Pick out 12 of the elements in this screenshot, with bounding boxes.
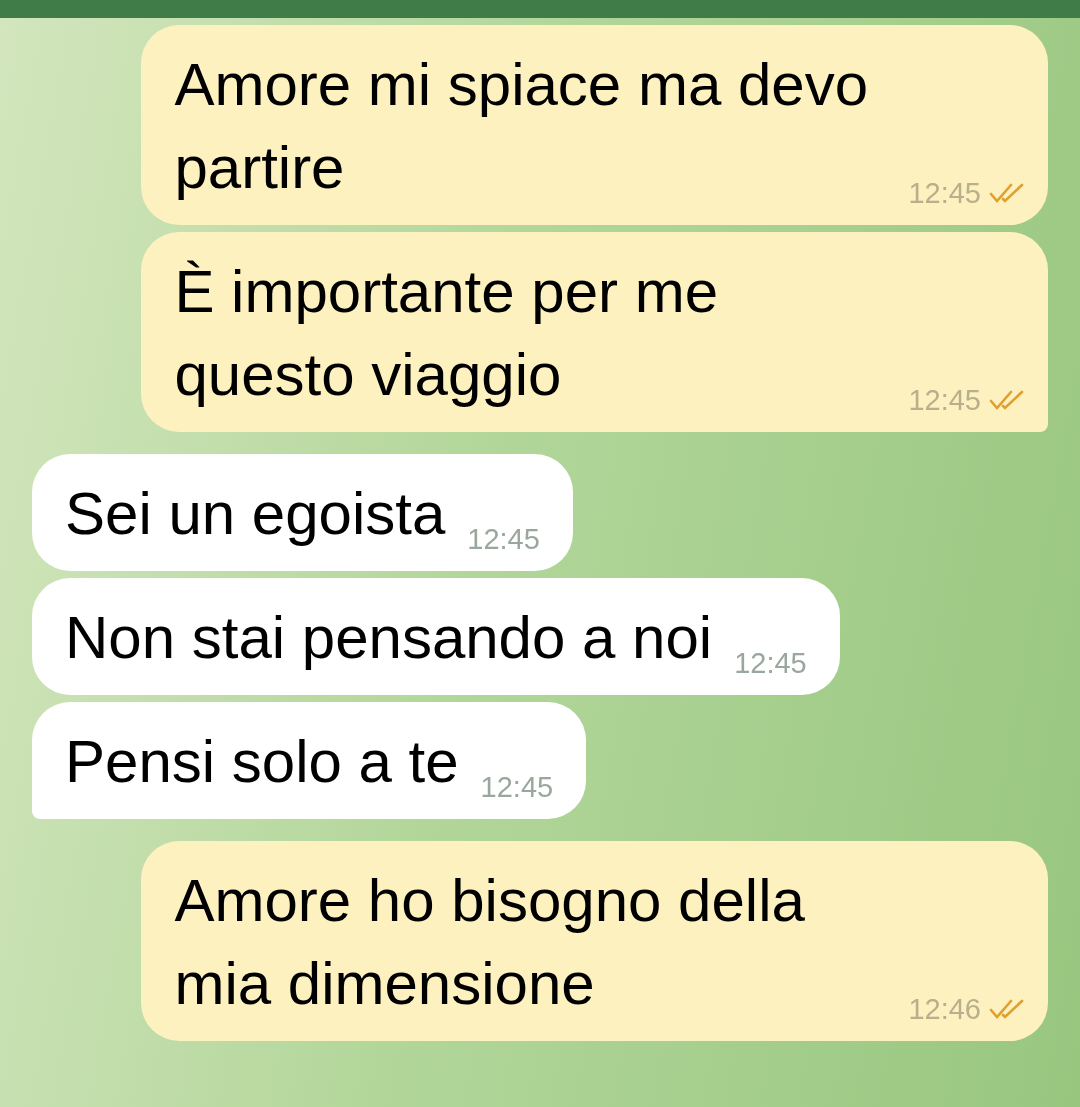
message-time: 12:45 xyxy=(908,384,981,416)
message-time: 12:45 xyxy=(908,177,981,209)
message-time: 12:45 xyxy=(467,523,540,555)
message-text: Amore mi spiace ma devo partire xyxy=(174,50,870,203)
message-text: Pensi solo a te xyxy=(65,727,459,797)
message-text: Amore ho bisogno della mia dimensione xyxy=(174,866,806,1019)
message-time: 12:45 xyxy=(480,771,554,803)
message-text: Non stai pensando a noi xyxy=(65,603,713,673)
message-text: Sei un egoista xyxy=(65,479,446,549)
message-text: È importante per me questo viaggio xyxy=(174,257,719,410)
message-time: 12:46 xyxy=(908,993,981,1025)
message-time: 12:45 xyxy=(734,647,807,679)
